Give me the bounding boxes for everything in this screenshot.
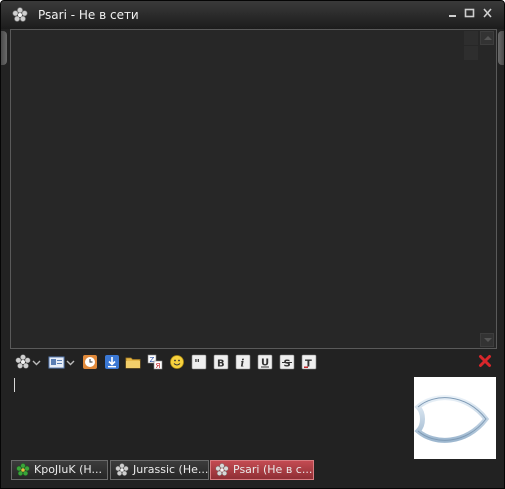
close-icon[interactable] (478, 354, 492, 370)
flower-icon (115, 463, 129, 477)
scroll-control[interactable] (464, 31, 478, 45)
tab-jurassic[interactable]: Jurassic (He... (110, 460, 209, 480)
chat-tabs: KpoJIuK (H... Jurassic (He... Psari (Не … (1, 459, 504, 481)
maximize-icon[interactable] (463, 7, 476, 19)
fish-icon (414, 395, 490, 443)
bold-icon[interactable]: B (213, 354, 229, 370)
scroll-up-button[interactable] (480, 31, 494, 45)
flower-icon (16, 463, 30, 477)
right-resize-grip[interactable] (498, 31, 504, 65)
flower-icon (215, 463, 229, 477)
message-toolbar: Z Я " B i U S T (1, 351, 504, 373)
text-caret (14, 378, 15, 392)
quote-icon[interactable]: " (191, 354, 207, 370)
svg-text:B: B (217, 359, 225, 370)
scroll-down-button[interactable] (480, 333, 494, 347)
folder-icon[interactable] (125, 354, 141, 370)
text-color-icon[interactable]: T (301, 354, 317, 370)
contact-card-icon[interactable] (48, 354, 78, 370)
window-title: Psari - Не в сети (38, 8, 139, 22)
underline-icon[interactable]: U (257, 354, 273, 370)
clock-icon[interactable] (82, 354, 98, 370)
message-input[interactable] (10, 374, 410, 454)
svg-text:S: S (284, 359, 291, 370)
minimize-icon[interactable] (446, 7, 459, 19)
avatar (414, 377, 496, 459)
message-history[interactable] (10, 29, 497, 349)
tab-label: Psari (Не в с... (233, 463, 313, 476)
strike-icon[interactable]: S (279, 354, 295, 370)
chevron-up-icon (484, 36, 492, 40)
flower-icon[interactable] (15, 354, 43, 370)
chat-window: Psari - Не в сети Z Я " B i U S T KpoJIu… (0, 0, 505, 489)
download-icon[interactable] (104, 354, 120, 370)
tab-label: Jurassic (He... (133, 463, 209, 476)
tab-psari[interactable]: Psari (Не в с... (210, 460, 314, 480)
translit-icon[interactable]: Z Я (147, 354, 163, 370)
flower-icon (12, 7, 28, 23)
italic-icon[interactable]: i (235, 354, 251, 370)
close-icon[interactable] (481, 7, 494, 19)
svg-text:Я: Я (156, 362, 161, 370)
svg-text:": " (194, 357, 200, 370)
smiley-icon[interactable] (169, 354, 185, 370)
scroll-control[interactable] (464, 46, 478, 60)
tab-kpojiuk[interactable]: KpoJIuK (H... (11, 460, 108, 480)
tab-label: KpoJIuK (H... (34, 463, 102, 476)
title-bar[interactable]: Psari - Не в сети (1, 1, 504, 29)
svg-text:i: i (241, 359, 245, 370)
chevron-down-icon (484, 338, 492, 342)
left-resize-grip[interactable] (1, 31, 7, 65)
